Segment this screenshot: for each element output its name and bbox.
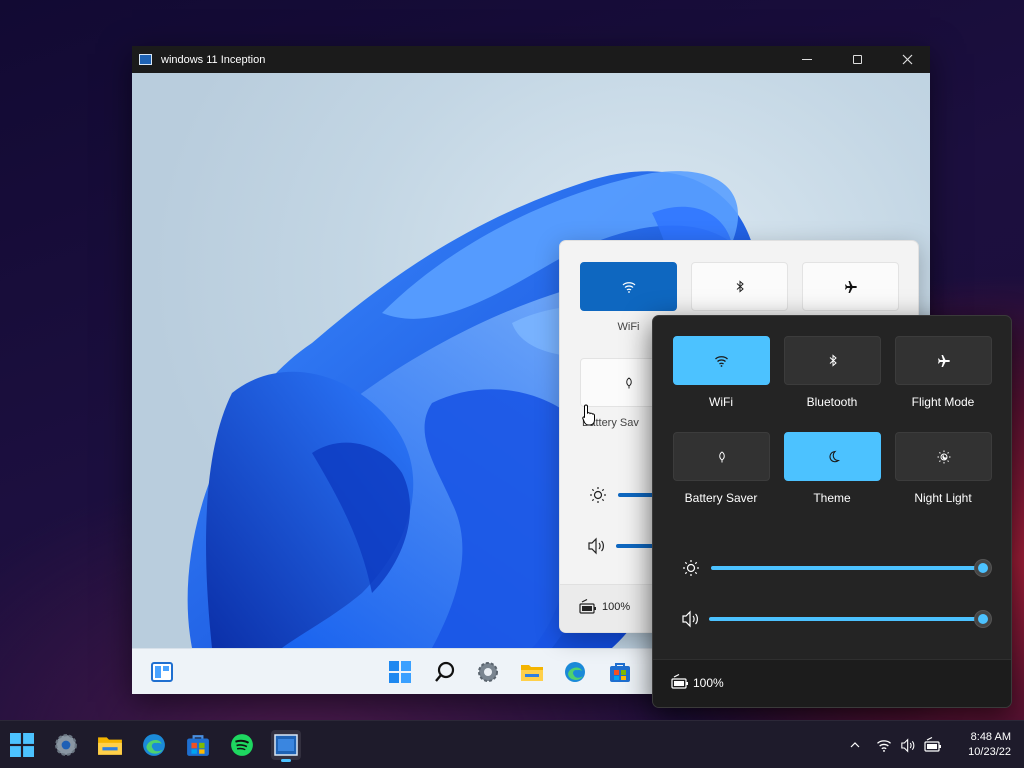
battery-tray-button[interactable]: [921, 721, 945, 768]
taskbar: 8:48 AM 10/23/22: [0, 720, 1024, 768]
brightness-icon: [681, 558, 701, 578]
spotify-app[interactable]: [227, 730, 257, 760]
airplane-icon: [937, 354, 950, 367]
battery-percentage: 100%: [693, 676, 724, 690]
volume-row: [653, 609, 1011, 629]
settings-app[interactable]: [51, 730, 81, 760]
vm-app[interactable]: [271, 730, 301, 762]
start-icon[interactable]: [387, 659, 413, 685]
bluetooth-icon: [829, 354, 837, 367]
quick-setting-battery-saver-label: Battery Saver: [684, 491, 758, 505]
store-app[interactable]: [183, 730, 213, 760]
clock-date: 10/23/22: [968, 746, 1011, 758]
quick-settings-footer: 100%: [653, 659, 1011, 707]
brightness-slider-thumb[interactable]: [975, 560, 991, 576]
store-icon[interactable]: [607, 659, 633, 685]
quick-setting-airplane[interactable]: [802, 262, 899, 311]
edge-app[interactable]: [139, 730, 169, 760]
quick-setting-wifi[interactable]: [580, 262, 677, 311]
battery-saver-icon: [718, 450, 725, 462]
quick-setting-bluetooth[interactable]: [691, 262, 788, 311]
battery-icon: [671, 674, 688, 689]
volume-slider[interactable]: [709, 617, 983, 621]
wifi-icon: [877, 739, 891, 752]
volume-icon[interactable]: [681, 609, 701, 629]
volume-icon: [900, 737, 914, 753]
moon-icon: [828, 450, 840, 462]
quick-setting-theme-label: Theme: [813, 491, 851, 505]
wifi-icon: [715, 355, 728, 367]
quick-setting-battery-saver[interactable]: [673, 432, 770, 481]
maximize-button[interactable]: [832, 46, 882, 73]
vm-app-icon: [139, 54, 152, 65]
minimize-button[interactable]: [782, 46, 832, 73]
clock[interactable]: 8:48 AM 10/23/22: [955, 730, 1011, 760]
vm-window-title: windows 11 Inception: [161, 53, 266, 66]
battery-saver-icon: [625, 376, 632, 388]
active-indicator: [281, 759, 291, 762]
close-button[interactable]: [882, 46, 930, 73]
volume-tray-button[interactable]: [897, 721, 919, 768]
spotify-icon: [231, 734, 253, 756]
settings-icon[interactable]: [475, 659, 501, 685]
store-icon: [187, 735, 209, 756]
night-light-icon: [937, 450, 950, 463]
settings-icon: [55, 734, 77, 756]
close-icon: [902, 54, 912, 65]
volume-icon: [588, 537, 604, 555]
quick-setting-bluetooth[interactable]: [784, 336, 881, 385]
quick-setting-night-light[interactable]: [895, 432, 992, 481]
vm-titlebar[interactable]: windows 11 Inception: [132, 46, 930, 73]
start-icon: [10, 733, 34, 757]
file-explorer-app[interactable]: [95, 730, 125, 760]
network-tray-button[interactable]: [873, 721, 895, 768]
edge-icon[interactable]: [562, 659, 588, 685]
brightness-icon: [590, 487, 606, 503]
quick-setting-flight-mode[interactable]: [895, 336, 992, 385]
bluetooth-icon: [736, 280, 744, 293]
quick-setting-wifi[interactable]: [673, 336, 770, 385]
start-button[interactable]: [7, 730, 37, 760]
battery-icon: [924, 737, 941, 752]
wifi-icon: [622, 281, 635, 293]
search-icon[interactable]: [432, 659, 458, 685]
brightness-row: [653, 558, 1011, 578]
battery-icon: [579, 599, 596, 614]
quick-setting-wifi-label: WiFi: [709, 395, 733, 409]
hand-cursor-icon: [582, 404, 595, 426]
battery-percentage: 100%: [602, 601, 631, 613]
edge-icon: [143, 734, 165, 756]
airplane-icon: [844, 280, 857, 293]
quick-setting-bluetooth-label: Bluetooth: [806, 395, 858, 409]
chevron-up-icon: [850, 742, 860, 748]
volume-slider-thumb[interactable]: [975, 611, 991, 627]
file-explorer-icon: [98, 737, 122, 755]
vm-app-icon: [274, 734, 298, 756]
clock-time: 8:48 AM: [970, 731, 1011, 743]
quick-setting-theme[interactable]: [784, 432, 881, 481]
brightness-slider[interactable]: [711, 566, 983, 570]
quick-setting-night-light-label: Night Light: [914, 491, 972, 505]
file-explorer-icon[interactable]: [519, 659, 545, 685]
show-hidden-icons-button[interactable]: [845, 721, 865, 768]
quick-settings-panel: WiFi Bluetooth Flight Mode Battery Saver…: [652, 315, 1012, 708]
widgets-icon[interactable]: [149, 659, 175, 685]
maximize-icon: [852, 55, 862, 64]
quick-setting-flight-mode-label: Flight Mode: [911, 395, 975, 409]
minimize-icon: [802, 59, 812, 60]
